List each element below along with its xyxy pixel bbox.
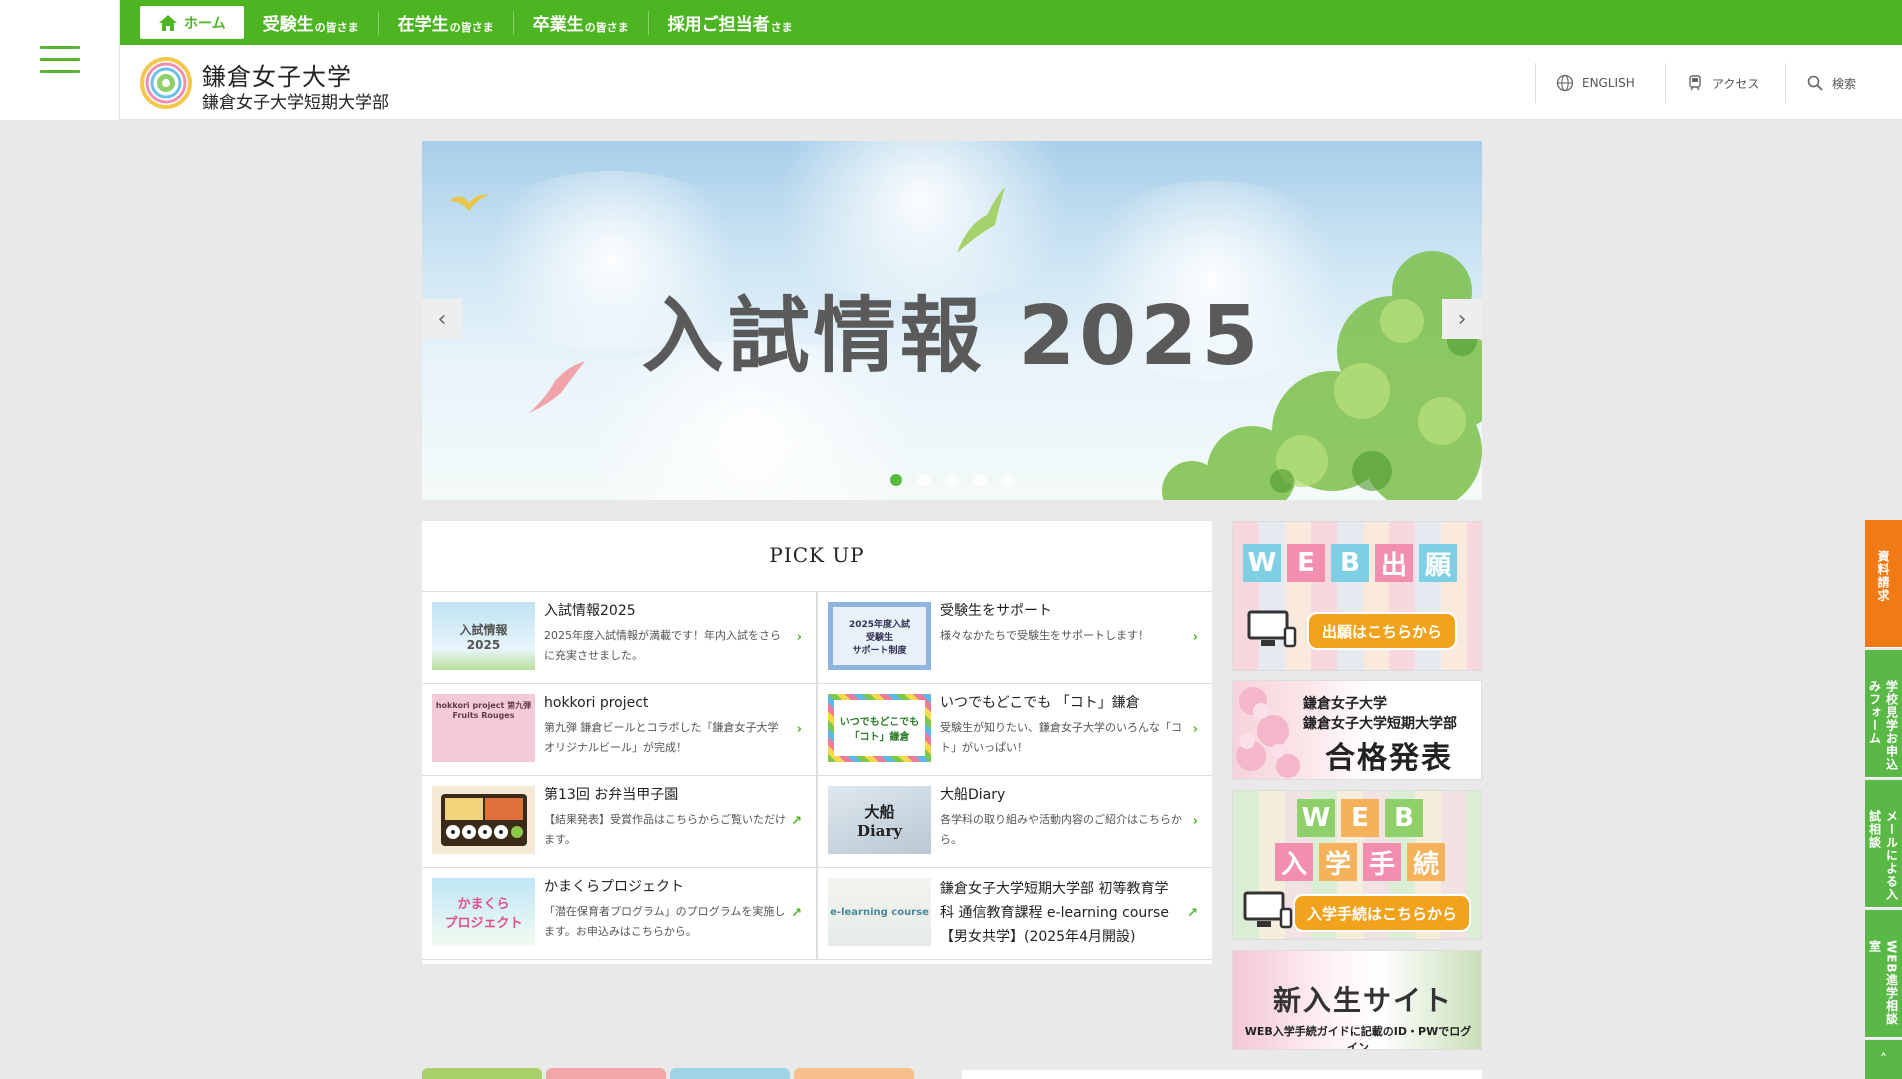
nav-recruiters[interactable]: 採用ご担当者 さま <box>647 10 812 35</box>
web-enrollment-banner[interactable]: W E B 入 学 手 続 入学手続はこちらから <box>1232 790 1482 940</box>
globe-icon <box>1556 74 1574 92</box>
menu-column <box>0 0 120 120</box>
external-link-icon: ↗ <box>1187 906 1198 921</box>
category-tab[interactable] <box>670 1068 790 1079</box>
admission-results-banner[interactable]: 鎌倉女子大学 鎌倉女子大学短期大学部 合格発表 <box>1232 680 1482 780</box>
pickup-thumbnail: e-learning course <box>828 878 931 946</box>
pickup-item[interactable]: hokkori project 第九弾 Fruits Rouges hokkor… <box>422 684 817 776</box>
university-logo[interactable] <box>140 57 192 109</box>
chevron-right-icon: › <box>1192 722 1198 737</box>
college-name: 鎌倉女子大学短期大学部 <box>202 93 389 113</box>
request-materials-tab[interactable]: 資料請求 <box>1865 520 1902 648</box>
bottom-category-tabs <box>422 1068 914 1079</box>
computer-icon <box>1247 610 1297 648</box>
pickup-thumbnail <box>432 786 535 854</box>
chevron-left-icon: ‹ <box>437 306 447 332</box>
external-link-icon: ↗ <box>791 906 802 921</box>
pickup-grid: 入試情報 2025 入試情報2025 2025年度入試情報が満載です！年内入試を… <box>422 591 1212 960</box>
nav-home-button[interactable]: ホーム <box>140 6 244 39</box>
bottom-panel <box>962 1070 1482 1079</box>
pickup-item[interactable]: かまくら プロジェクト かまくらプロジェクト 「潜在保育者プログラム」のプログラ… <box>422 868 817 960</box>
hero-title: 入試情報 2025 <box>641 289 1263 384</box>
home-icon <box>159 14 177 31</box>
slider-dot[interactable] <box>974 474 986 486</box>
slider-dot[interactable] <box>946 474 958 486</box>
hamburger-menu-icon[interactable] <box>40 46 80 74</box>
nav-prospective[interactable]: 受験生 の皆さま <box>244 11 378 35</box>
email-consultation-tab[interactable]: メールによる入試相談 <box>1865 780 1902 908</box>
pickup-item[interactable]: 2025年度入試 受験生 サポート制度 受験生をサポート 様々なかたちで受験生を… <box>817 592 1212 684</box>
pickup-title: PICK UP <box>769 543 865 567</box>
web-application-banner[interactable]: W E B 出 願 出願はこちらから <box>1232 521 1482 671</box>
english-link[interactable]: ENGLISH <box>1535 63 1655 103</box>
train-icon <box>1689 75 1701 91</box>
pickup-thumbnail: かまくら プロジェクト <box>432 878 535 946</box>
slider-dot[interactable] <box>918 474 930 486</box>
chevron-right-icon: › <box>1192 630 1198 645</box>
pickup-item[interactable]: いつでもどこでも 「コト」鎌倉 いつでもどこでも 「コト」鎌倉 受験生が知りたい… <box>817 684 1212 776</box>
global-nav: ホーム 受験生 の皆さま 在学生 の皆さま 卒業生 の皆さま 採用ご担当者 さま <box>120 0 1902 45</box>
category-tab[interactable] <box>794 1068 914 1079</box>
bird-icon <box>449 194 489 211</box>
chevron-right-icon: › <box>1457 306 1467 332</box>
category-tab[interactable] <box>546 1068 666 1079</box>
nav-current[interactable]: 在学生 の皆さま <box>377 10 513 35</box>
page-top-button[interactable]: ˄ <box>1865 1040 1902 1079</box>
bird-icon <box>957 187 1005 253</box>
new-student-site-banner[interactable]: 新入生サイト WEB入学手続ガイドに記載のID・PWでログイン <box>1232 950 1482 1050</box>
slider-dot[interactable] <box>1002 474 1014 486</box>
university-name: 鎌倉女子大学 <box>202 63 352 91</box>
nav-alumni[interactable]: 卒業生 の皆さま <box>512 10 648 35</box>
pickup-section: PICK UP 入試情報 2025 入試情報2025 2025年度入試情報が満載… <box>422 521 1212 964</box>
search-icon <box>1807 75 1823 91</box>
apply-button: 出願はこちらから <box>1307 612 1457 650</box>
chevron-right-icon: › <box>796 630 802 645</box>
computer-icon <box>1243 891 1293 929</box>
pickup-thumbnail: 入試情報 2025 <box>432 602 535 670</box>
pickup-thumbnail: 大船 Diary <box>828 786 931 854</box>
bento-image <box>440 794 527 846</box>
cherry-blossom-decoration <box>1236 687 1300 778</box>
pickup-item[interactable]: 第13回 お弁当甲子園 【結果発表】受賞作品はこちらからご覧いただけます。 ↗ <box>422 776 817 868</box>
slider-dot[interactable] <box>890 474 902 486</box>
chevron-right-icon: › <box>796 722 802 737</box>
enrollment-button: 入学手続はこちらから <box>1293 894 1471 932</box>
external-link-icon: ↗ <box>791 814 802 829</box>
nav-home-label: ホーム <box>184 15 226 32</box>
search-link[interactable]: 検索 <box>1785 63 1876 103</box>
category-tab[interactable] <box>422 1068 542 1079</box>
site-header: 鎌倉女子大学 鎌倉女子大学短期大学部 ENGLISH アクセス 検索 <box>120 45 1902 120</box>
slider-prev-button[interactable]: ‹ <box>422 299 462 339</box>
pickup-thumbnail: いつでもどこでも 「コト」鎌倉 <box>828 694 931 762</box>
slider-next-button[interactable]: › <box>1442 299 1482 339</box>
pickup-item[interactable]: e-learning course 鎌倉女子大学短期大学部 初等教育学科 通信教… <box>817 868 1212 960</box>
chevron-up-icon: ˄ <box>1880 1051 1887 1068</box>
pickup-thumbnail: 2025年度入試 受験生 サポート制度 <box>828 602 931 670</box>
pickup-item[interactable]: 大船 Diary 大船Diary 各学科の取り組みや活動内容のご紹介はこちらから… <box>817 776 1212 868</box>
pickup-thumbnail: hokkori project 第九弾 Fruits Rouges <box>432 694 535 762</box>
pickup-item[interactable]: 入試情報 2025 入試情報2025 2025年度入試情報が満載です！年内入試を… <box>422 592 817 684</box>
access-link[interactable]: アクセス <box>1665 63 1779 103</box>
web-consultation-tab[interactable]: WEB進学相談室 <box>1865 910 1902 1038</box>
hero-slider[interactable]: 入試情報 2025 ‹ › <box>422 141 1482 500</box>
slider-dots <box>890 474 1014 486</box>
campus-visit-form-tab[interactable]: 学校見学お申込みフォーム <box>1865 650 1902 778</box>
chevron-right-icon: › <box>1192 814 1198 829</box>
